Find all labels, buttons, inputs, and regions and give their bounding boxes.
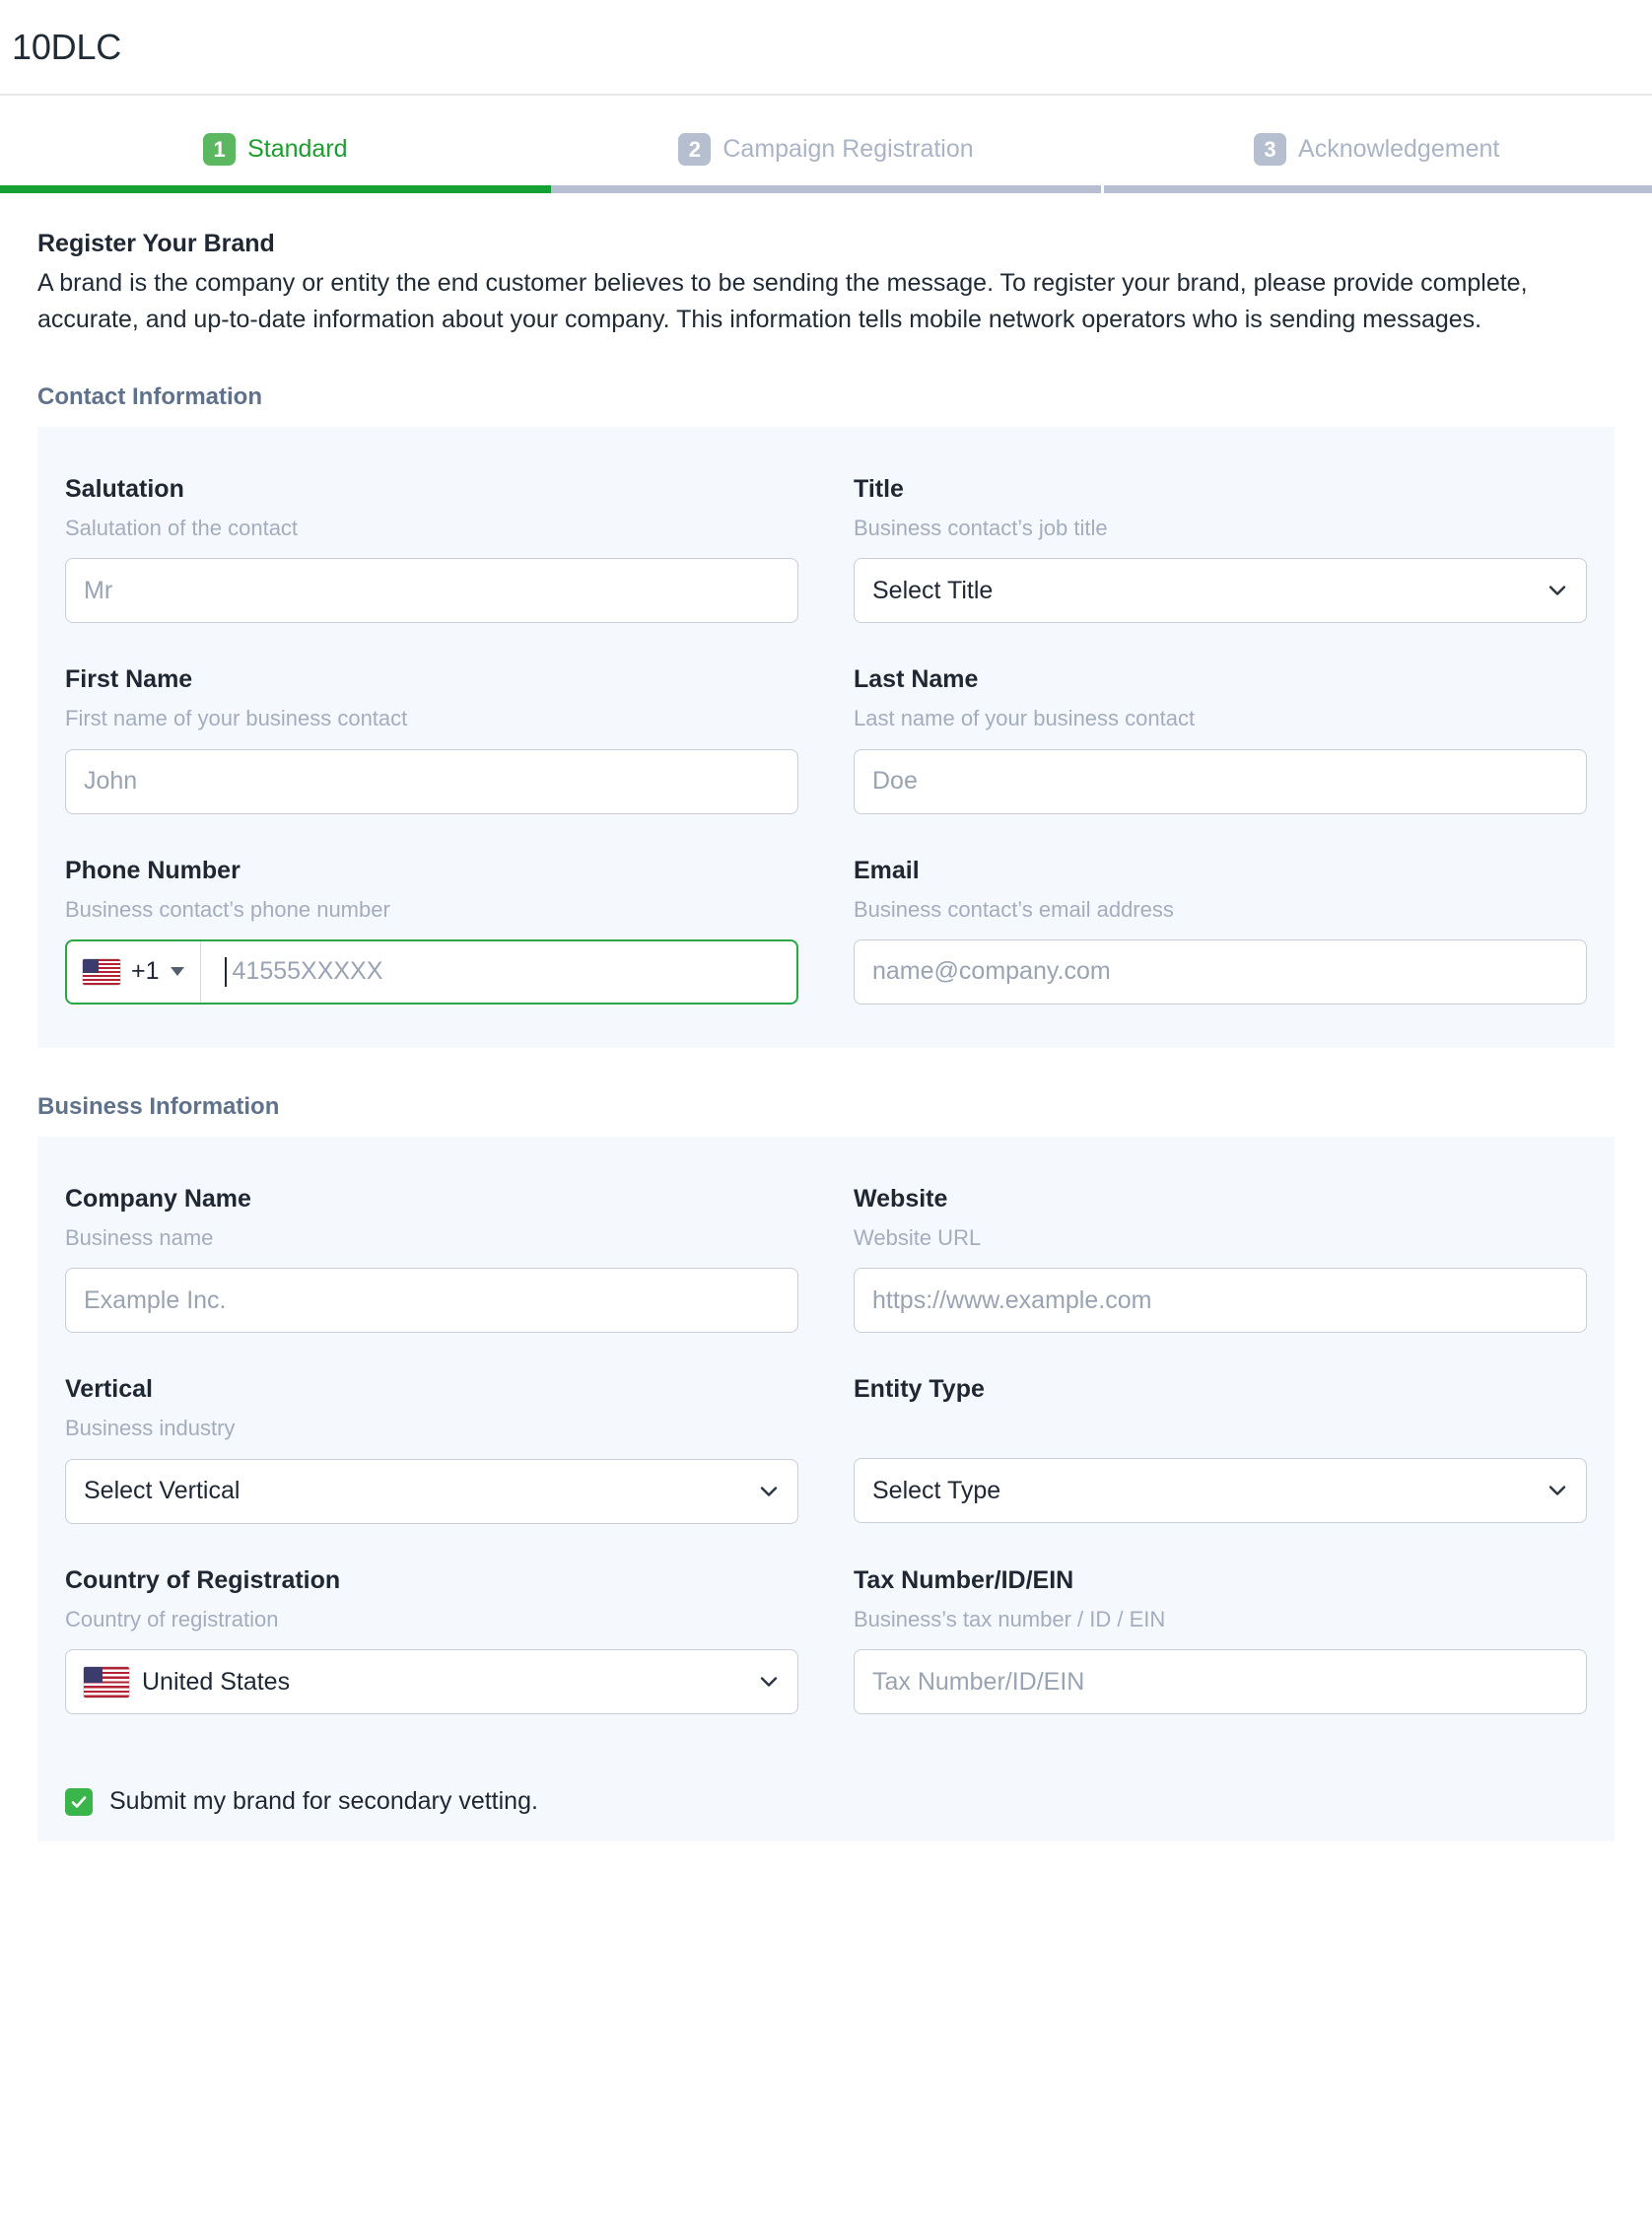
website-hint: Website URL <box>854 1224 982 1250</box>
entity-type-label: Entity Type <box>854 1375 985 1404</box>
intro-block: Register Your Brand A brand is the compa… <box>37 193 1615 338</box>
us-flag-icon <box>83 958 120 985</box>
title-select[interactable]: Select Title <box>854 558 1587 624</box>
form-row-phone-email: Phone Number Business contact’s phone nu… <box>65 856 1587 1005</box>
field-email: Email Business contact’s email address <box>854 856 1587 1005</box>
first-name-label: First Name <box>65 665 193 694</box>
website-input[interactable] <box>854 1268 1587 1334</box>
first-name-hint: First name of your business contact <box>65 706 408 731</box>
phone-number-input[interactable] <box>226 940 796 1003</box>
form-row-company-website: Company Name Business name Website Websi… <box>65 1184 1587 1334</box>
field-website: Website Website URL <box>854 1184 1587 1334</box>
secondary-vetting-checkbox[interactable] <box>65 1787 93 1816</box>
field-last-name: Last Name Last name of your business con… <box>854 664 1587 814</box>
field-phone-number: Phone Number Business contact’s phone nu… <box>65 856 798 1005</box>
email-hint: Business contact’s email address <box>854 896 1174 922</box>
first-name-input[interactable] <box>65 748 798 814</box>
company-name-label: Company Name <box>65 1184 251 1213</box>
page-content: Register Your Brand A brand is the compa… <box>0 193 1652 1842</box>
tab-campaign-registration-inner: 2 Campaign Registration <box>678 133 974 185</box>
section-heading-business-information: Business Information <box>37 1092 280 1120</box>
tab-acknowledgement-label: Acknowledgement <box>1298 135 1500 163</box>
caret-down-icon <box>170 967 184 977</box>
vertical-select[interactable]: Select Vertical <box>65 1458 798 1524</box>
tab-campaign-registration-label: Campaign Registration <box>723 135 974 163</box>
title-hint: Business contact’s job title <box>854 515 1108 540</box>
field-entity-type: Entity Type Select Type <box>854 1374 1587 1524</box>
salutation-input[interactable] <box>65 558 798 624</box>
entity-type-select-value: Select Type <box>872 1476 1001 1504</box>
secondary-vetting-row: Submit my brand for secondary vetting. <box>37 1758 1615 1842</box>
form-row-country-tax: Country of Registration Country of regis… <box>65 1565 1587 1715</box>
phone-number-hint: Business contact’s phone number <box>65 896 390 922</box>
secondary-vetting-label: Submit my brand for secondary vetting. <box>109 1787 538 1816</box>
entity-type-select[interactable]: Select Type <box>854 1458 1587 1524</box>
form-row-salutation-title: Salutation Salutation of the contact Tit… <box>65 474 1587 624</box>
tab-standard-label: Standard <box>247 135 348 163</box>
tab-acknowledgement-inner: 3 Acknowledgement <box>1254 133 1499 185</box>
tab-acknowledgement-progress-bar <box>1101 185 1652 193</box>
company-name-hint: Business name <box>65 1224 214 1250</box>
phone-number-label: Phone Number <box>65 856 241 884</box>
chevron-down-icon <box>758 1671 780 1693</box>
tab-acknowledgement[interactable]: 3 Acknowledgement <box>1101 133 1652 193</box>
tax-number-hint: Business’s tax number / ID / EIN <box>854 1606 1166 1631</box>
wizard-stepper: 1 Standard 2 Campaign Registration 3 Ack… <box>0 96 1652 193</box>
tab-standard-progress-bar <box>0 185 551 193</box>
email-label: Email <box>854 856 920 884</box>
field-company-name: Company Name Business name <box>65 1184 798 1334</box>
title-label: Title <box>854 474 904 503</box>
last-name-label: Last Name <box>854 665 979 694</box>
step-number-badge-2: 2 <box>678 133 712 166</box>
page-description: A brand is the company or entity the end… <box>37 269 1528 333</box>
field-title: Title Business contact’s job title Selec… <box>854 474 1587 624</box>
app-header: 10DLC <box>0 0 1652 96</box>
phone-number-group: +1 <box>65 938 798 1005</box>
tab-standard-inner: 1 Standard <box>203 133 348 185</box>
field-salutation: Salutation Salutation of the contact <box>65 474 798 624</box>
check-icon <box>71 1795 87 1808</box>
last-name-hint: Last name of your business contact <box>854 706 1196 731</box>
salutation-hint: Salutation of the contact <box>65 515 299 540</box>
tab-campaign-registration[interactable]: 2 Campaign Registration <box>550 133 1102 193</box>
country-of-registration-value: United States <box>142 1667 291 1696</box>
tab-standard[interactable]: 1 Standard <box>0 133 551 193</box>
email-input[interactable] <box>854 938 1587 1005</box>
salutation-label: Salutation <box>65 474 184 503</box>
company-name-input[interactable] <box>65 1268 798 1334</box>
step-number-badge-3: 3 <box>1254 133 1287 166</box>
form-row-first-last-name: First Name First name of your business c… <box>65 664 1587 814</box>
page-title: Register Your Brand <box>37 230 275 257</box>
contact-information-panel: Salutation Salutation of the contact Tit… <box>37 426 1615 1048</box>
chevron-down-icon <box>1547 580 1568 601</box>
vertical-hint: Business industry <box>65 1416 236 1441</box>
tax-number-label: Tax Number/ID/EIN <box>854 1565 1074 1594</box>
tax-number-input[interactable] <box>854 1649 1587 1715</box>
last-name-input[interactable] <box>854 748 1587 814</box>
country-of-registration-select[interactable]: United States <box>65 1649 798 1715</box>
us-flag-icon <box>84 1666 129 1698</box>
phone-dial-code: +1 <box>131 957 160 986</box>
form-row-vertical-entity-type: Vertical Business industry Select Vertic… <box>65 1374 1587 1524</box>
field-vertical: Vertical Business industry Select Vertic… <box>65 1374 798 1524</box>
website-label: Website <box>854 1184 948 1213</box>
step-number-badge-1: 1 <box>203 133 237 166</box>
vertical-select-value: Select Vertical <box>84 1477 241 1505</box>
field-tax-number: Tax Number/ID/EIN Business’s tax number … <box>854 1565 1587 1715</box>
phone-country-selector[interactable]: +1 <box>67 940 201 1003</box>
chevron-down-icon <box>1547 1480 1568 1501</box>
app-title: 10DLC <box>12 26 122 67</box>
field-first-name: First Name First name of your business c… <box>65 664 798 814</box>
country-of-registration-label: Country of Registration <box>65 1565 341 1594</box>
tab-campaign-registration-progress-bar <box>550 185 1102 193</box>
chevron-down-icon <box>758 1481 780 1502</box>
section-heading-contact-information: Contact Information <box>37 382 262 410</box>
field-country-of-registration: Country of Registration Country of regis… <box>65 1565 798 1715</box>
vertical-label: Vertical <box>65 1375 153 1404</box>
business-information-panel: Company Name Business name Website Websi… <box>37 1136 1615 1759</box>
title-select-value: Select Title <box>872 576 994 604</box>
country-of-registration-hint: Country of registration <box>65 1606 279 1631</box>
